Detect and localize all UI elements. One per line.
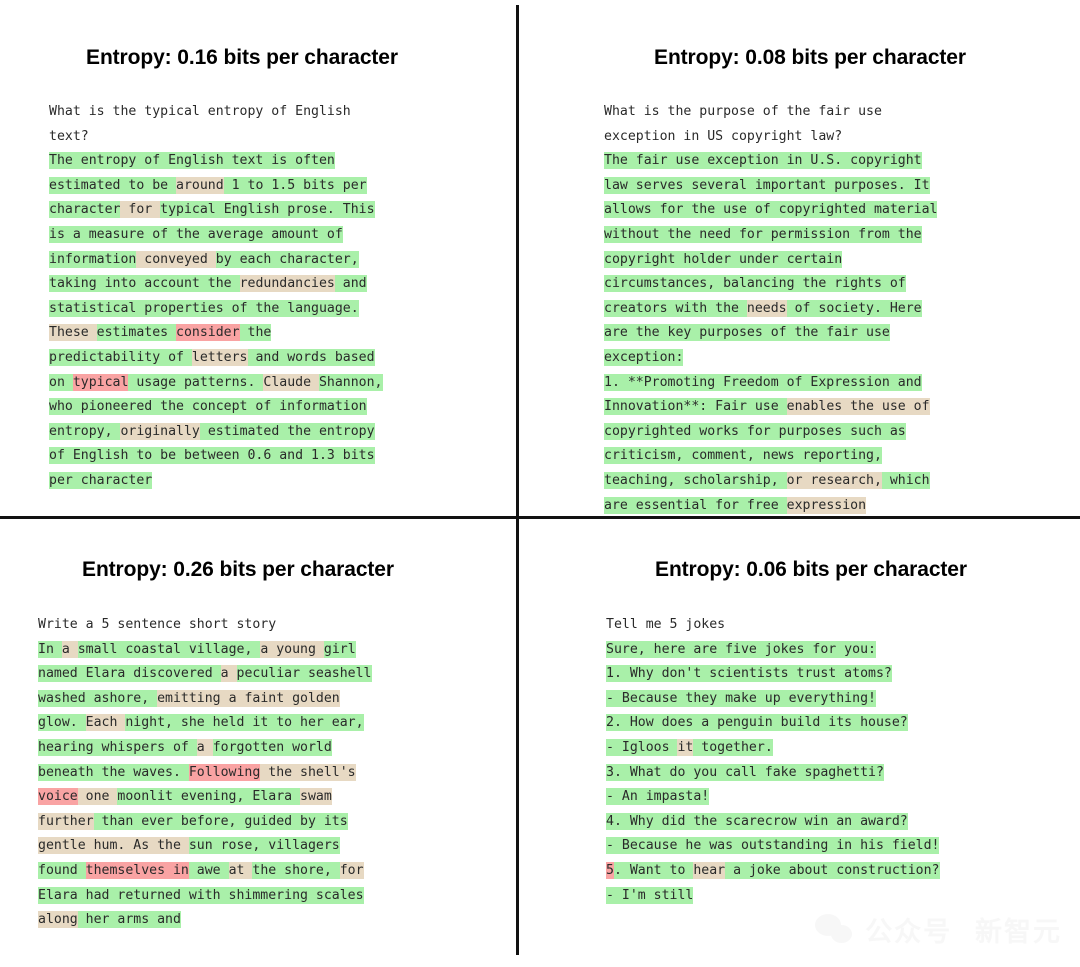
token-high: moonlit evening, Elara — [117, 788, 301, 806]
token-mid: redundancies — [239, 275, 335, 293]
token-high: estimates — [96, 324, 177, 342]
token-low: typical — [72, 373, 129, 391]
token-mid: it — [677, 738, 694, 756]
token-high: small coastal village, — [77, 640, 261, 658]
token-high: Elara had returned with shimmering scale… — [38, 886, 364, 904]
token-mid: for — [339, 861, 364, 879]
token-high: to be — [120, 176, 177, 194]
token-mid: a faint — [220, 689, 293, 707]
panel-text-bottom-left: Write a 5 sentence short story In a smal… — [38, 613, 438, 933]
token-mid: letters — [191, 348, 248, 366]
panel-bottom-left: Entropy: 0.26 bits per character Write a… — [0, 516, 516, 967]
token-low: voice — [38, 788, 78, 806]
vertical-divider — [516, 5, 519, 955]
panel-text-bottom-right: Tell me 5 jokes Sure, here are five joke… — [606, 613, 1006, 908]
entropy-panel-grid: Entropy: 0.16 bits per character What is… — [0, 0, 1080, 967]
token-mid: conveyed — [136, 250, 216, 268]
token-mid: for — [120, 201, 161, 219]
token-mid: the shell's — [260, 763, 356, 781]
token-mid: further — [38, 812, 94, 830]
token-high: than ever before, guided by its — [93, 812, 348, 830]
token-high: usage patterns. — [128, 373, 264, 391]
token-low: themselves in — [85, 861, 189, 879]
token-mid: a — [220, 665, 237, 683]
token-mid: Each — [85, 714, 126, 732]
token-mid: one — [77, 788, 118, 806]
token-mid: expression — [786, 496, 867, 514]
token-high: . Want to — [613, 861, 694, 879]
token-mid: at — [228, 861, 253, 879]
token-high: In — [38, 640, 62, 658]
token-plain: Tell me 5 jokes — [606, 617, 726, 632]
panel-title-top-left: Entropy: 0.16 bits per character — [86, 46, 398, 69]
panel-top-right: Entropy: 0.08 bits per character What is… — [516, 0, 1080, 516]
token-high: glow. — [38, 714, 86, 732]
panel-text-top-right: What is the purpose of the fair use exce… — [604, 100, 1004, 516]
token-mid: or research, — [786, 471, 882, 489]
token-high: found — [38, 861, 86, 879]
token-high: awe — [188, 861, 229, 879]
token-mid: Claude — [263, 373, 319, 391]
token-low: consider — [176, 324, 240, 342]
token-mid: a — [196, 738, 213, 756]
token-mid: along — [38, 911, 78, 929]
token-high: of the language. — [231, 299, 359, 317]
panel-text-top-left: What is the typical entropy of English t… — [49, 100, 449, 494]
token-mid: emitting — [157, 689, 221, 707]
token-mid: a young — [260, 640, 324, 658]
token-high: her arms and — [77, 911, 181, 929]
panel-bottom-right: Entropy: 0.06 bits per character Tell me… — [516, 516, 1080, 967]
token-mid: golden — [292, 689, 340, 707]
token-mid: hear — [693, 861, 726, 879]
token-plain: What is the typical entropy of English t… — [49, 104, 351, 144]
token-high: The fair use exception in U.S. copyright… — [604, 152, 938, 317]
token-mid: needs — [746, 299, 787, 317]
panel-top-left: Entropy: 0.16 bits per character What is… — [0, 0, 516, 516]
token-high: the shore, — [252, 861, 340, 879]
token-high: together. 3. What do you call fake spagh… — [606, 738, 940, 855]
token-mid: swam — [300, 788, 332, 806]
token-mid: gentle hum. As — [38, 837, 158, 855]
horizontal-divider — [0, 516, 1080, 519]
token-mid: a — [61, 640, 78, 658]
token-mid: originally — [120, 422, 200, 440]
token-low: Following — [188, 763, 261, 781]
token-low: 5 — [606, 861, 614, 879]
panel-title-bottom-right: Entropy: 0.06 bits per character — [655, 558, 967, 581]
token-mid: enables the use of — [786, 398, 930, 416]
token-high: sun rose, villagers — [188, 837, 340, 855]
token-mid: These — [49, 324, 97, 342]
token-mid: around — [176, 176, 224, 194]
panel-title-bottom-left: Entropy: 0.26 bits per character — [82, 558, 394, 581]
token-mid: the — [157, 837, 189, 855]
token-plain: Write a 5 sentence short story — [38, 617, 277, 632]
token-plain: What is the purpose of the fair use exce… — [604, 104, 882, 144]
panel-title-top-right: Entropy: 0.08 bits per character — [654, 46, 966, 69]
